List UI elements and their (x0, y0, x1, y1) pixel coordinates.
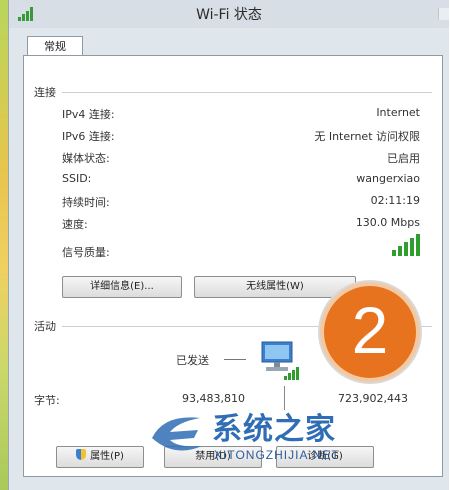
ssid-label: SSID: (62, 172, 92, 185)
media-state-label: 媒体状态: (62, 152, 110, 165)
ipv4-label: IPv4 连接: (62, 108, 115, 121)
speed-label: 速度: (62, 218, 88, 231)
tab-bar: 常规 (9, 28, 449, 57)
sent-dash (224, 359, 246, 360)
tab-general[interactable]: 常规 (27, 36, 83, 57)
properties-label: 属性(P) (90, 451, 124, 462)
properties-button[interactable]: 属性(P) (56, 446, 144, 468)
shield-icon (76, 449, 87, 460)
ipv6-label: IPv6 连接: (62, 130, 115, 143)
bytes-label: 字节: (34, 394, 60, 407)
connection-divider (62, 92, 432, 93)
watermark-logo-icon (152, 417, 202, 451)
sent-label: 已发送 (176, 354, 209, 367)
connection-section-label: 连接 (34, 86, 56, 99)
step-number-badge: 2 (320, 282, 420, 382)
network-computer-icon (261, 341, 299, 380)
duration-label: 持续时间: (62, 196, 110, 209)
media-state-value: 已启用 (387, 152, 420, 165)
watermark-url: XITONGZHIJIA.NET (214, 448, 340, 462)
watermark-text: 系统之家 (212, 412, 336, 447)
duration-value: 02:11:19 (370, 194, 420, 207)
speed-value: 130.0 Mbps (355, 216, 420, 229)
signal-quality-label: 信号质量: (62, 246, 110, 259)
activity-section-label: 活动 (34, 320, 56, 333)
title-bar: Wi-Fi 状态 (9, 0, 449, 28)
signal-strength-icon (392, 234, 420, 256)
ipv6-value: 无 Internet 访问权限 (314, 130, 420, 143)
ipv4-value: Internet (376, 106, 420, 119)
window-title: Wi-Fi 状态 (196, 7, 262, 23)
step-number: 2 (351, 293, 389, 367)
close-button-partial[interactable] (438, 8, 449, 20)
ssid-value: wangerxiao (356, 172, 420, 185)
bytes-received-value: 723,902,443 (338, 392, 408, 405)
details-button[interactable]: 详细信息(E)... (62, 276, 182, 298)
